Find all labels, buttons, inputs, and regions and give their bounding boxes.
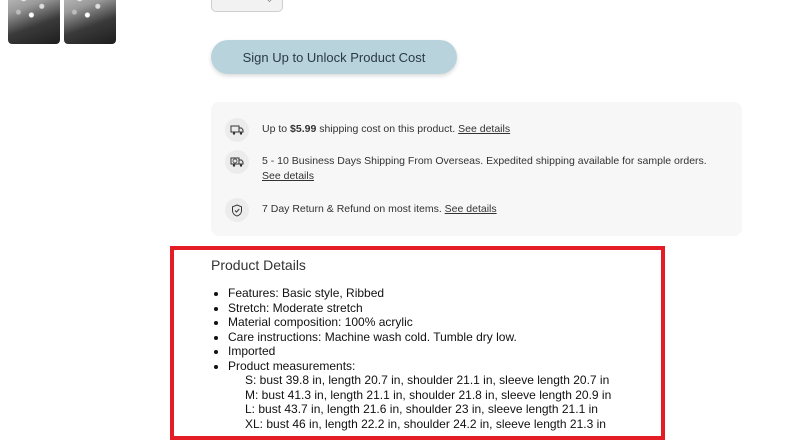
see-details-link[interactable]: See details	[458, 123, 510, 135]
shipping-cost-amount: $5.99	[290, 123, 317, 135]
see-details-link[interactable]: See details	[445, 203, 497, 215]
return-policy-text: 7 Day Return & Refund on most items. See…	[262, 203, 497, 215]
product-gallery	[8, 0, 116, 44]
list-item: Product measurements: S: bust 39.8 in, l…	[228, 359, 611, 432]
measurement-row: L: bust 43.7 in, length 21.6 in, shoulde…	[245, 402, 598, 416]
shipping-info-box: Up to $5.99 shipping cost on this produc…	[211, 102, 742, 236]
sign-up-unlock-cost-button[interactable]: Sign Up to Unlock Product Cost	[211, 40, 457, 74]
list-item: Imported	[228, 344, 611, 359]
list-item: Material composition: 100% acrylic	[228, 315, 611, 330]
truck-icon	[225, 118, 249, 142]
see-details-link[interactable]: See details	[262, 170, 314, 182]
shield-icon	[225, 198, 249, 222]
shipping-cost-text: Up to $5.99 shipping cost on this produc…	[262, 123, 511, 135]
product-details-list: Features: Basic style, Ribbed Stretch: M…	[211, 286, 611, 431]
measurements-label: Product measurements:	[228, 358, 356, 373]
shipping-cost-row: Up to $5.99 shipping cost on this produc…	[225, 118, 728, 142]
measurement-row: XL: bust 46 in, length 22.2 in, shoulder…	[245, 416, 606, 431]
product-thumbnail[interactable]	[8, 0, 60, 44]
shipping-time-row: 5 - 10 Business Days Shipping From Overs…	[225, 150, 728, 184]
measurement-row: M: bust 41.3 in, length 21.1 in, shoulde…	[245, 387, 612, 402]
product-details-title: Product Details	[211, 257, 306, 273]
list-item: Care instructions: Machine wash cold. Tu…	[228, 330, 611, 345]
globe-truck-icon	[225, 150, 249, 174]
measurements-block: S: bust 39.8 in, length 20.7 in, shoulde…	[228, 373, 611, 431]
list-item: Features: Basic style, Ribbed	[228, 286, 611, 301]
chevron-down-icon: ⌵	[265, 0, 274, 6]
list-item: Stretch: Moderate stretch	[228, 301, 611, 316]
product-thumbnail[interactable]	[64, 0, 116, 44]
quantity-select[interactable]: ⌵	[211, 0, 283, 12]
shipping-time-text: 5 - 10 Business Days Shipping From Overs…	[262, 155, 707, 182]
measurement-row: S: bust 39.8 in, length 20.7 in, shoulde…	[245, 373, 610, 387]
return-policy-row: 7 Day Return & Refund on most items. See…	[225, 198, 728, 222]
